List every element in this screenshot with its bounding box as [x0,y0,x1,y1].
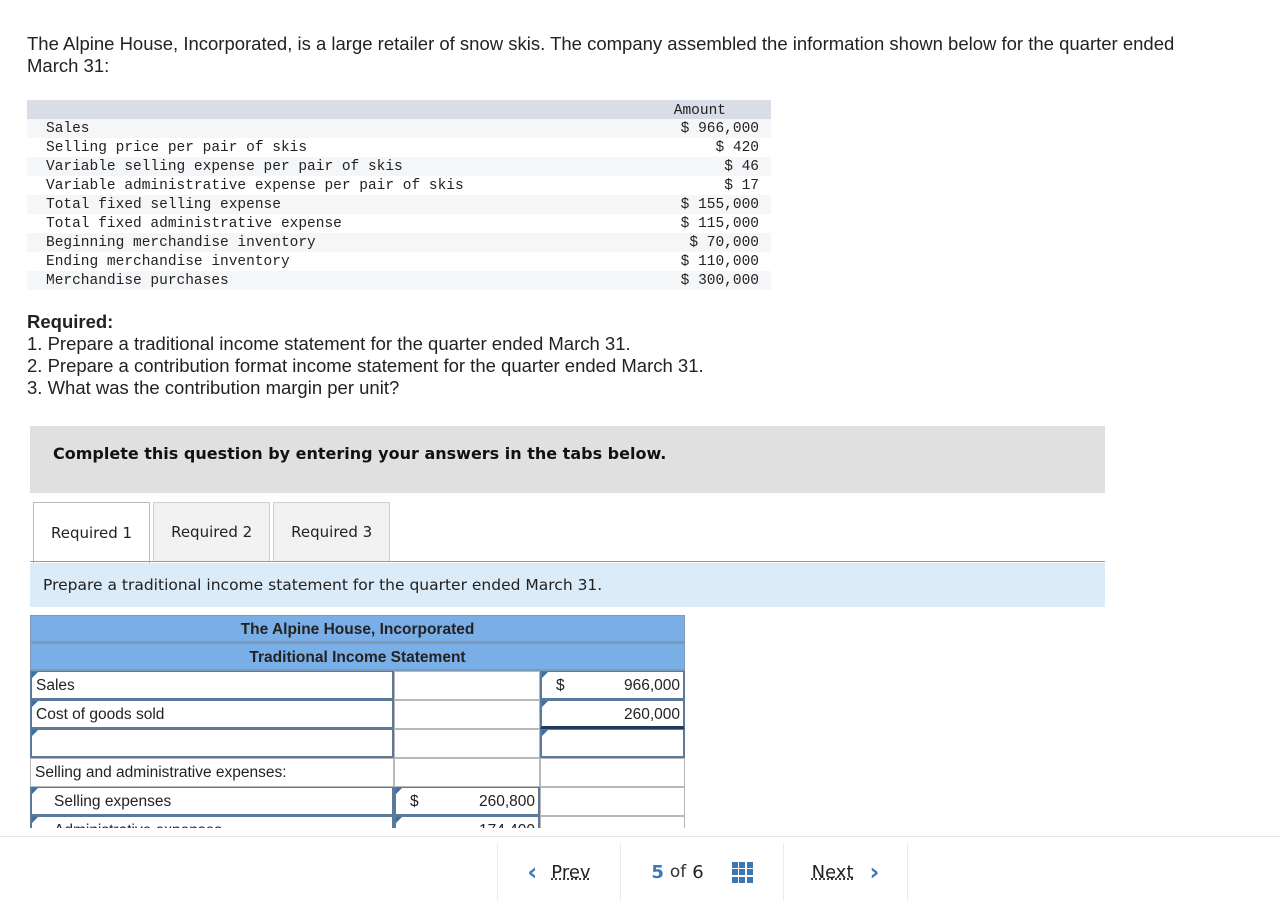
given-label: Beginning merchandise inventory [46,234,316,251]
given-header: Amount [27,100,771,119]
instruction-banner: Complete this question by entering your … [30,426,1105,493]
next-button[interactable]: Next › [783,843,908,901]
instruction-text: Complete this question by entering your … [53,444,667,463]
page-indicator: 5 of 6 [620,843,784,901]
row-label: Selling and administrative expenses: [30,758,394,787]
col2-input[interactable]: $260,800 [394,787,540,816]
problem-intro: The Alpine House, Incorporated, is a lar… [27,33,1175,76]
given-row: Sales $ 966,000 [27,119,771,138]
row-label-input[interactable]: Administrative expenses [30,816,394,828]
row-label-input[interactable]: Sales [30,671,394,700]
statement-row: Selling expenses $260,800 [30,787,685,816]
total-pages: 6 [692,861,704,883]
row-label-input[interactable] [30,729,394,758]
given-value: $ 70,000 [689,234,759,251]
prev-label[interactable]: Prev [551,862,590,883]
given-row: Ending merchandise inventory $ 110,000 [27,252,771,271]
given-label: Sales [46,120,90,137]
given-value: $ 46 [724,158,759,175]
tab-divider [30,561,1105,562]
chevron-left-icon: ‹ [527,858,538,886]
amount-header: Amount [673,103,726,119]
col2-cell [394,758,540,787]
statement-row: Administrative expenses 174,400 [30,816,685,828]
required-item-3: 3. What was the contribution margin per … [27,377,400,398]
col3-value: 260,000 [623,706,680,723]
given-row: Total fixed administrative expense $ 115,… [27,214,771,233]
col3-cell [540,758,685,787]
prompt-text: Prepare a traditional income statement f… [43,576,603,594]
given-label: Merchandise purchases [46,272,229,289]
given-label: Ending merchandise inventory [46,253,290,270]
col2-input[interactable] [394,700,540,729]
tab-required-1[interactable]: Required 1 [33,502,151,563]
statement-row: Cost of goods sold 260,000 [30,700,685,729]
given-value: $ 115,000 [680,215,759,232]
given-value: $ 155,000 [680,196,759,213]
col3-cell [540,816,685,828]
row-label-input[interactable]: Cost of goods sold [30,700,394,729]
statement-row [30,729,685,758]
statement-row: Selling and administrative expenses: [30,758,685,787]
question-navigation: ‹ Prev 5 of 6 Next › [0,836,1280,911]
given-label: Variable administrative expense per pair… [46,177,464,194]
chevron-right-icon: › [869,858,880,886]
next-label[interactable]: Next [812,862,854,883]
col3-cell [540,787,685,816]
dollar-sign: $ [556,677,565,694]
col2-input[interactable] [394,671,540,700]
required-item-2: 2. Prepare a contribution format income … [27,355,704,376]
tab-prompt: Prepare a traditional income statement f… [30,563,1105,607]
grid-icon[interactable] [731,861,753,883]
required-item-1: 1. Prepare a traditional income statemen… [27,333,631,354]
given-data-table: Amount Sales $ 966,000 Selling price per p… [27,100,771,290]
given-value: $ 110,000 [680,253,759,270]
tab-required-2[interactable]: Required 2 [153,502,271,561]
col2-input[interactable]: 174,400 [394,816,540,828]
col3-input[interactable] [540,729,685,758]
given-row: Selling price per pair of skis $ 420 [27,138,771,157]
col3-input[interactable]: $966,000 [540,671,685,700]
given-row: Beginning merchandise inventory $ 70,000 [27,233,771,252]
given-row: Variable administrative expense per pair… [27,176,771,195]
col3-value: 966,000 [623,677,680,694]
statement-title: Traditional Income Statement [30,643,685,671]
col3-input[interactable]: 260,000 [540,700,685,729]
page-of: of [669,862,687,882]
given-row: Variable selling expense per pair of ski… [27,157,771,176]
col2-value: 260,800 [478,793,535,810]
given-label: Total fixed administrative expense [46,215,342,232]
col2-value: 174,400 [479,817,535,828]
given-label: Selling price per pair of skis [46,139,308,156]
given-label: Total fixed selling expense [46,196,281,213]
given-label: Variable selling expense per pair of ski… [46,158,403,175]
prev-button[interactable]: ‹ Prev [497,843,621,901]
col2-input[interactable] [394,729,540,758]
given-row: Total fixed selling expense $ 155,000 [27,195,771,214]
statement-company: The Alpine House, Incorporated [30,615,685,643]
statement-row: Sales $966,000 [30,671,685,700]
current-page: 5 [651,861,664,883]
income-statement: The Alpine House, Incorporated Tradition… [30,615,685,828]
given-value: $ 17 [724,177,759,194]
row-label-input[interactable]: Selling expenses [30,787,394,816]
given-value: $ 300,000 [680,272,759,289]
given-value: $ 966,000 [680,120,759,137]
required-title: Required: [27,311,114,332]
given-value: $ 420 [715,139,759,156]
required-section: Required: 1. Prepare a traditional incom… [27,311,704,399]
given-row: Merchandise purchases $ 300,000 [27,271,771,290]
tab-required-3[interactable]: Required 3 [273,502,391,561]
dollar-sign: $ [410,793,419,810]
tab-bar: Required 1 Required 2 Required 3 [33,502,393,563]
